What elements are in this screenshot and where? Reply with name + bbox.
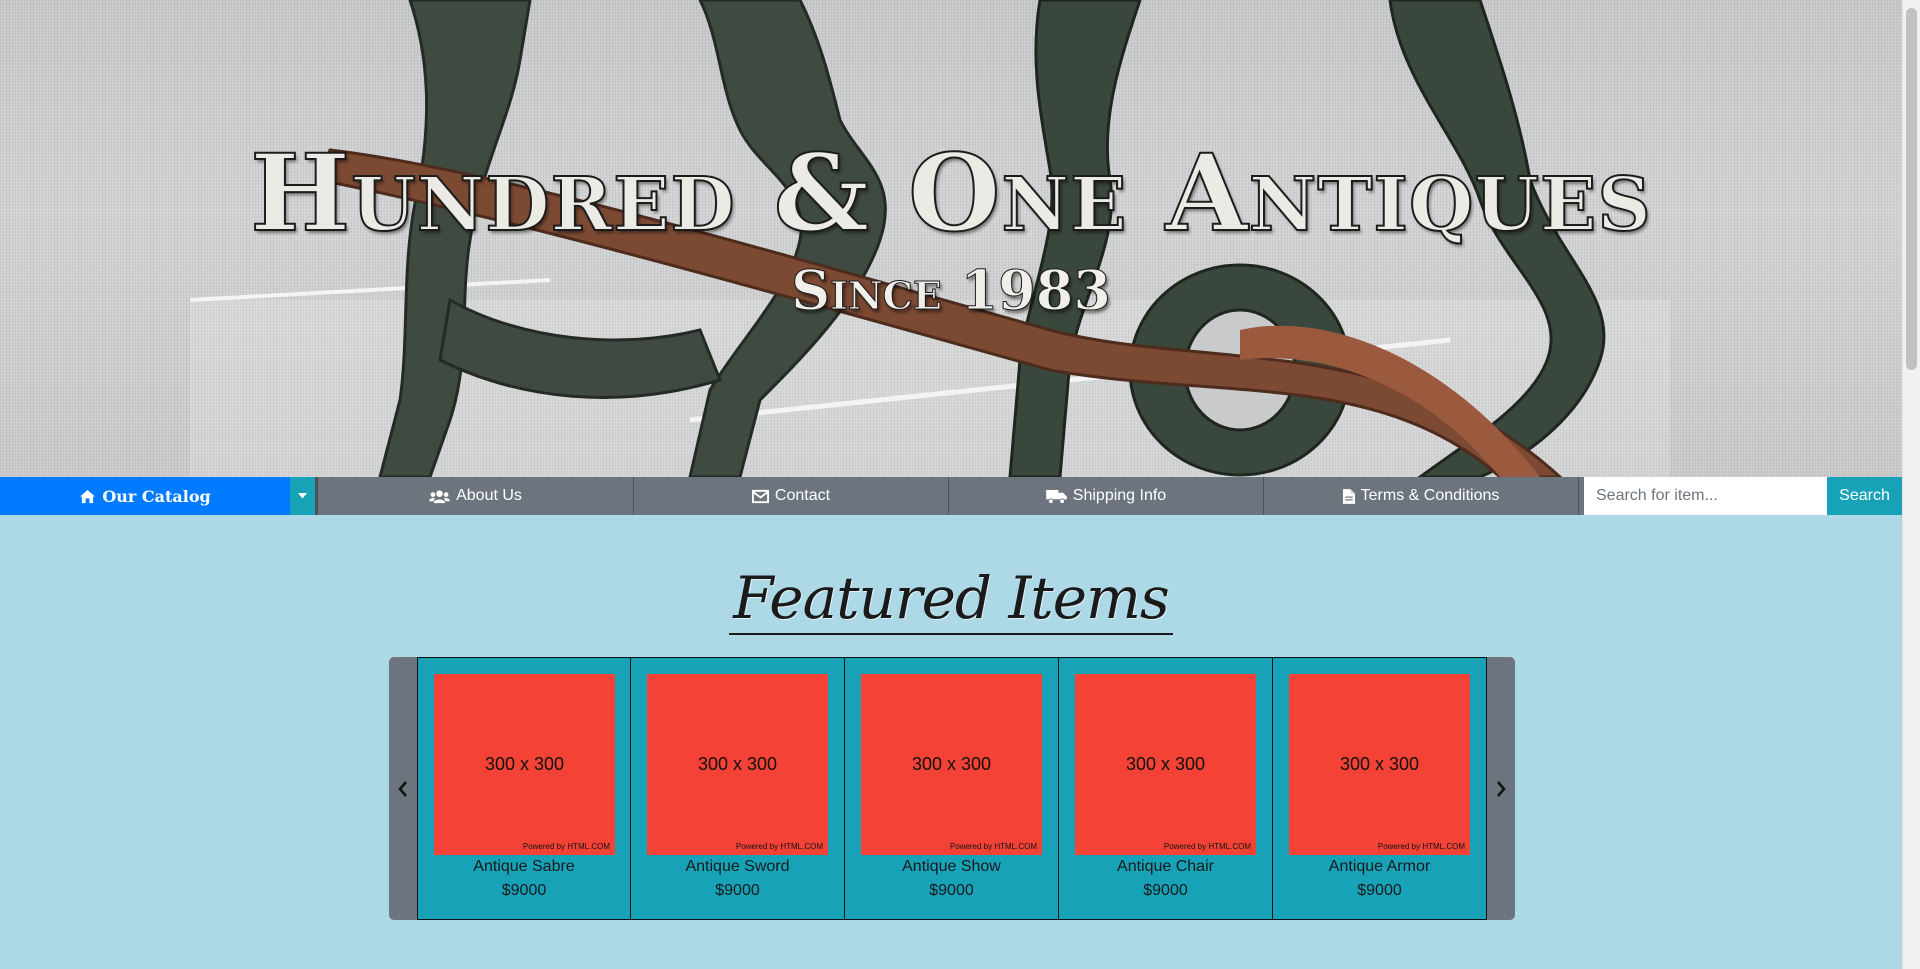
product-card[interactable]: 300 x 300 Powered by HTML.COM Antique Ch… [1059,657,1273,920]
product-name: Antique Chair [1117,858,1214,875]
product-image-placeholder: 300 x 300 Powered by HTML.COM [1075,674,1256,855]
search-button[interactable]: Search [1827,477,1902,515]
site-subtitle: Since 1983 [791,258,1112,323]
nav-our-catalog[interactable]: Our Catalog [0,477,290,515]
site-title: Hundred & One Antiques [249,129,1652,256]
nav-shipping-info-label: Shipping Info [1072,487,1167,504]
featured-heading: Featured Items [729,565,1173,635]
home-icon [80,489,96,503]
search-form: Search [1578,477,1902,515]
page-scrollbar[interactable] [1902,0,1920,969]
product-image-placeholder: 300 x 300 Powered by HTML.COM [1289,674,1470,855]
search-input[interactable] [1584,477,1827,515]
product-card[interactable]: 300 x 300 Powered by HTML.COM Antique Ar… [1273,657,1487,920]
carousel-prev-button[interactable] [389,657,417,920]
product-name: Antique Sabre [473,858,575,875]
truck-icon [1045,489,1067,504]
product-image-placeholder: 300 x 300 Powered by HTML.COM [434,674,615,855]
nav-contact-label: Contact [774,487,831,504]
placeholder-credit-text: Powered by HTML.COM [949,842,1037,851]
carousel-track: 300 x 300 Powered by HTML.COM Antique Sa… [417,657,1487,920]
nav-our-catalog-label: Our Catalog [102,486,211,506]
product-name: Antique Sword [685,858,790,875]
placeholder-credit-text: Powered by HTML.COM [735,842,823,851]
product-price: $9000 [1143,882,1188,899]
carousel-next-button[interactable] [1487,657,1515,920]
product-price: $9000 [715,882,760,899]
document-icon [1342,488,1355,504]
nav-shipping-info[interactable]: Shipping Info [948,477,1263,515]
nav-terms-conditions-label: Terms & Conditions [1360,487,1500,504]
product-price: $9000 [1357,882,1402,899]
placeholder-size-text: 300 x 300 [484,754,565,774]
placeholder-size-text: 300 x 300 [697,754,778,774]
product-image-placeholder: 300 x 300 Powered by HTML.COM [861,674,1042,855]
featured-section-header: Featured Items [0,565,1902,635]
nav-contact[interactable]: Contact [633,477,948,515]
users-icon [429,489,450,503]
main-navbar: Our Catalog About Us Contact Shipping In… [0,477,1902,515]
product-price: $9000 [501,882,547,899]
product-name: Antique Show [902,858,1001,875]
product-image-placeholder: 300 x 300 Powered by HTML.COM [647,674,828,855]
product-card[interactable]: 300 x 300 Powered by HTML.COM Antique Sa… [417,657,631,920]
nav-about-us[interactable]: About Us [318,477,633,515]
placeholder-size-text: 300 x 300 [1339,754,1420,774]
nav-terms-conditions[interactable]: Terms & Conditions [1263,477,1578,515]
chevron-right-icon [1497,780,1506,797]
envelope-icon [751,489,769,503]
featured-carousel: 300 x 300 Powered by HTML.COM Antique Sa… [389,657,1515,920]
scrollbar-thumb[interactable] [1906,8,1917,370]
placeholder-credit-text: Powered by HTML.COM [522,842,610,851]
product-name: Antique Armor [1328,858,1431,875]
catalog-dropdown-toggle[interactable] [290,477,318,515]
placeholder-size-text: 300 x 300 [1125,754,1206,774]
nav-about-us-label: About Us [456,487,522,504]
product-card[interactable]: 300 x 300 Powered by HTML.COM Antique Sh… [845,657,1059,920]
hero-banner: Hundred & One Antiques Since 1983 [0,0,1902,477]
chevron-left-icon [398,780,407,797]
product-card[interactable]: 300 x 300 Powered by HTML.COM Antique Sw… [631,657,845,920]
caret-down-icon [298,493,307,499]
placeholder-size-text: 300 x 300 [911,754,992,774]
product-price: $9000 [929,882,974,899]
placeholder-credit-text: Powered by HTML.COM [1377,842,1465,851]
placeholder-credit-text: Powered by HTML.COM [1163,842,1251,851]
